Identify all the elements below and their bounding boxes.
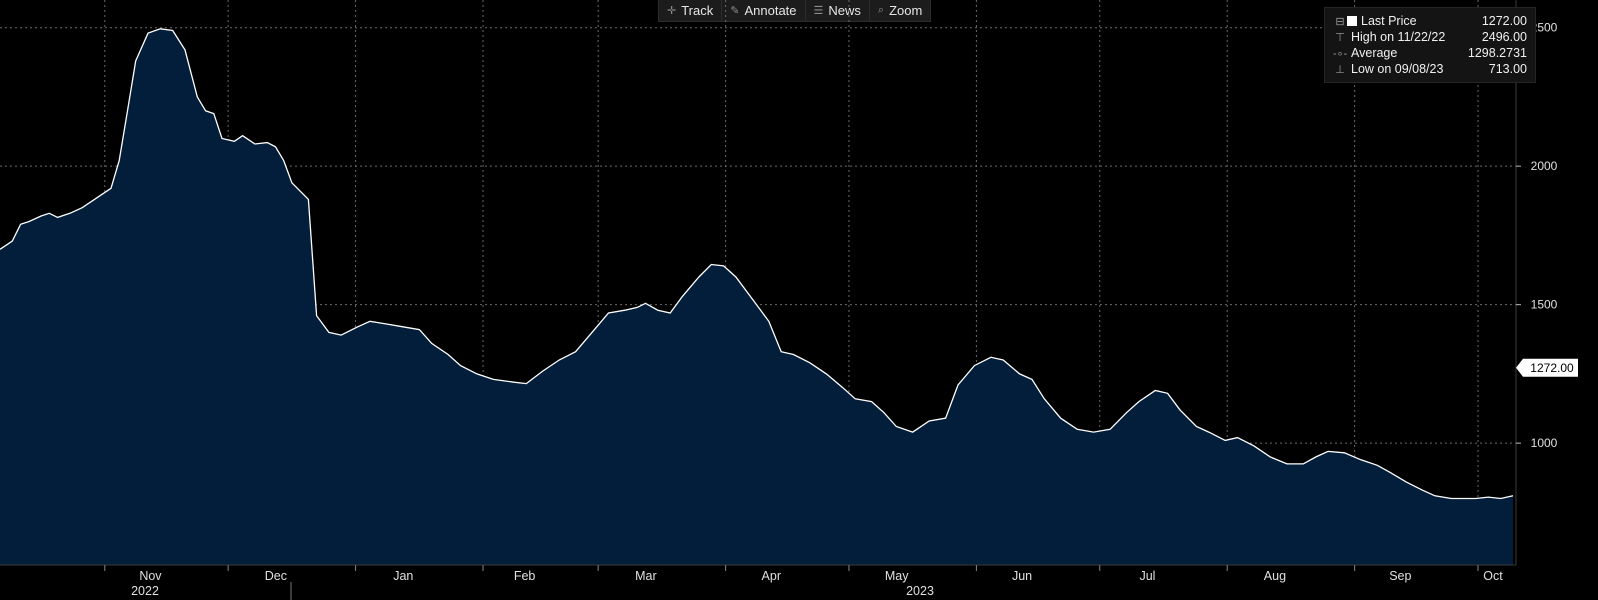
y-axis-ticks: 1000150020002500 [1516,21,1558,450]
legend-value: 2496.00 [1481,30,1527,44]
legend-row-low: ⊥ Low on 09/08/23 713.00 [1333,61,1527,77]
y-tick-label: 1000 [1531,436,1558,450]
x-axis-ticks: Nov Dec Jan Feb Mar Apr May Jun Jul Aug Sep Oct 2022… [104,565,1503,600]
average-marker-icon: -∘- [1333,47,1348,60]
legend-label: Average [1351,46,1398,60]
collapse-icon[interactable]: ⊟ [1333,15,1347,28]
legend-row-high: ⊤ High on 11/22/22 2496.00 [1333,29,1527,45]
low-marker-icon: ⊥ [1335,63,1345,76]
last-price-tag: 1272.00 [1516,358,1578,377]
last-price-tag-text: 1272.00 [1530,361,1574,375]
legend-label: Low on 09/08/23 [1351,62,1444,76]
legend-row-last-price: ⊟ Last Price 1272.00 [1333,13,1527,29]
series-swatch-icon [1347,16,1357,26]
x-tick-label: Dec [265,569,287,583]
y-tick-label: 1500 [1531,298,1558,312]
legend-label: High on 11/22/22 [1351,30,1446,44]
legend-value: 713.00 [1488,62,1527,76]
year-label: 2022 [131,584,159,598]
price-chart[interactable]: 1000150020002500 Nov Dec Jan Feb Mar Apr May Ju… [0,0,1598,600]
legend-box: ⊟ Last Price 1272.00 ⊤ High on 11/22/22 … [1324,7,1536,83]
y-tick-label: 2000 [1531,159,1558,173]
price-area [0,28,1513,566]
legend-label: Last Price [1361,14,1417,28]
x-tick-label: Sep [1389,569,1411,583]
x-tick-label: Apr [762,569,781,583]
x-tick-label: Aug [1264,569,1286,583]
legend-row-average: -∘- Average 1298.2731 [1333,45,1527,61]
x-tick-label: Jul [1139,569,1155,583]
x-tick-label: May [885,569,909,583]
legend-value: 1298.2731 [1467,46,1527,60]
legend-value: 1272.00 [1481,14,1527,28]
x-tick-label: Oct [1483,569,1503,583]
high-marker-icon: ⊤ [1335,31,1345,44]
x-tick-label: Jan [393,569,413,583]
x-tick-label: Nov [139,569,162,583]
x-tick-label: Feb [514,569,536,583]
x-tick-label: Jun [1012,569,1032,583]
year-label: 2023 [906,584,934,598]
x-tick-label: Mar [635,569,657,583]
